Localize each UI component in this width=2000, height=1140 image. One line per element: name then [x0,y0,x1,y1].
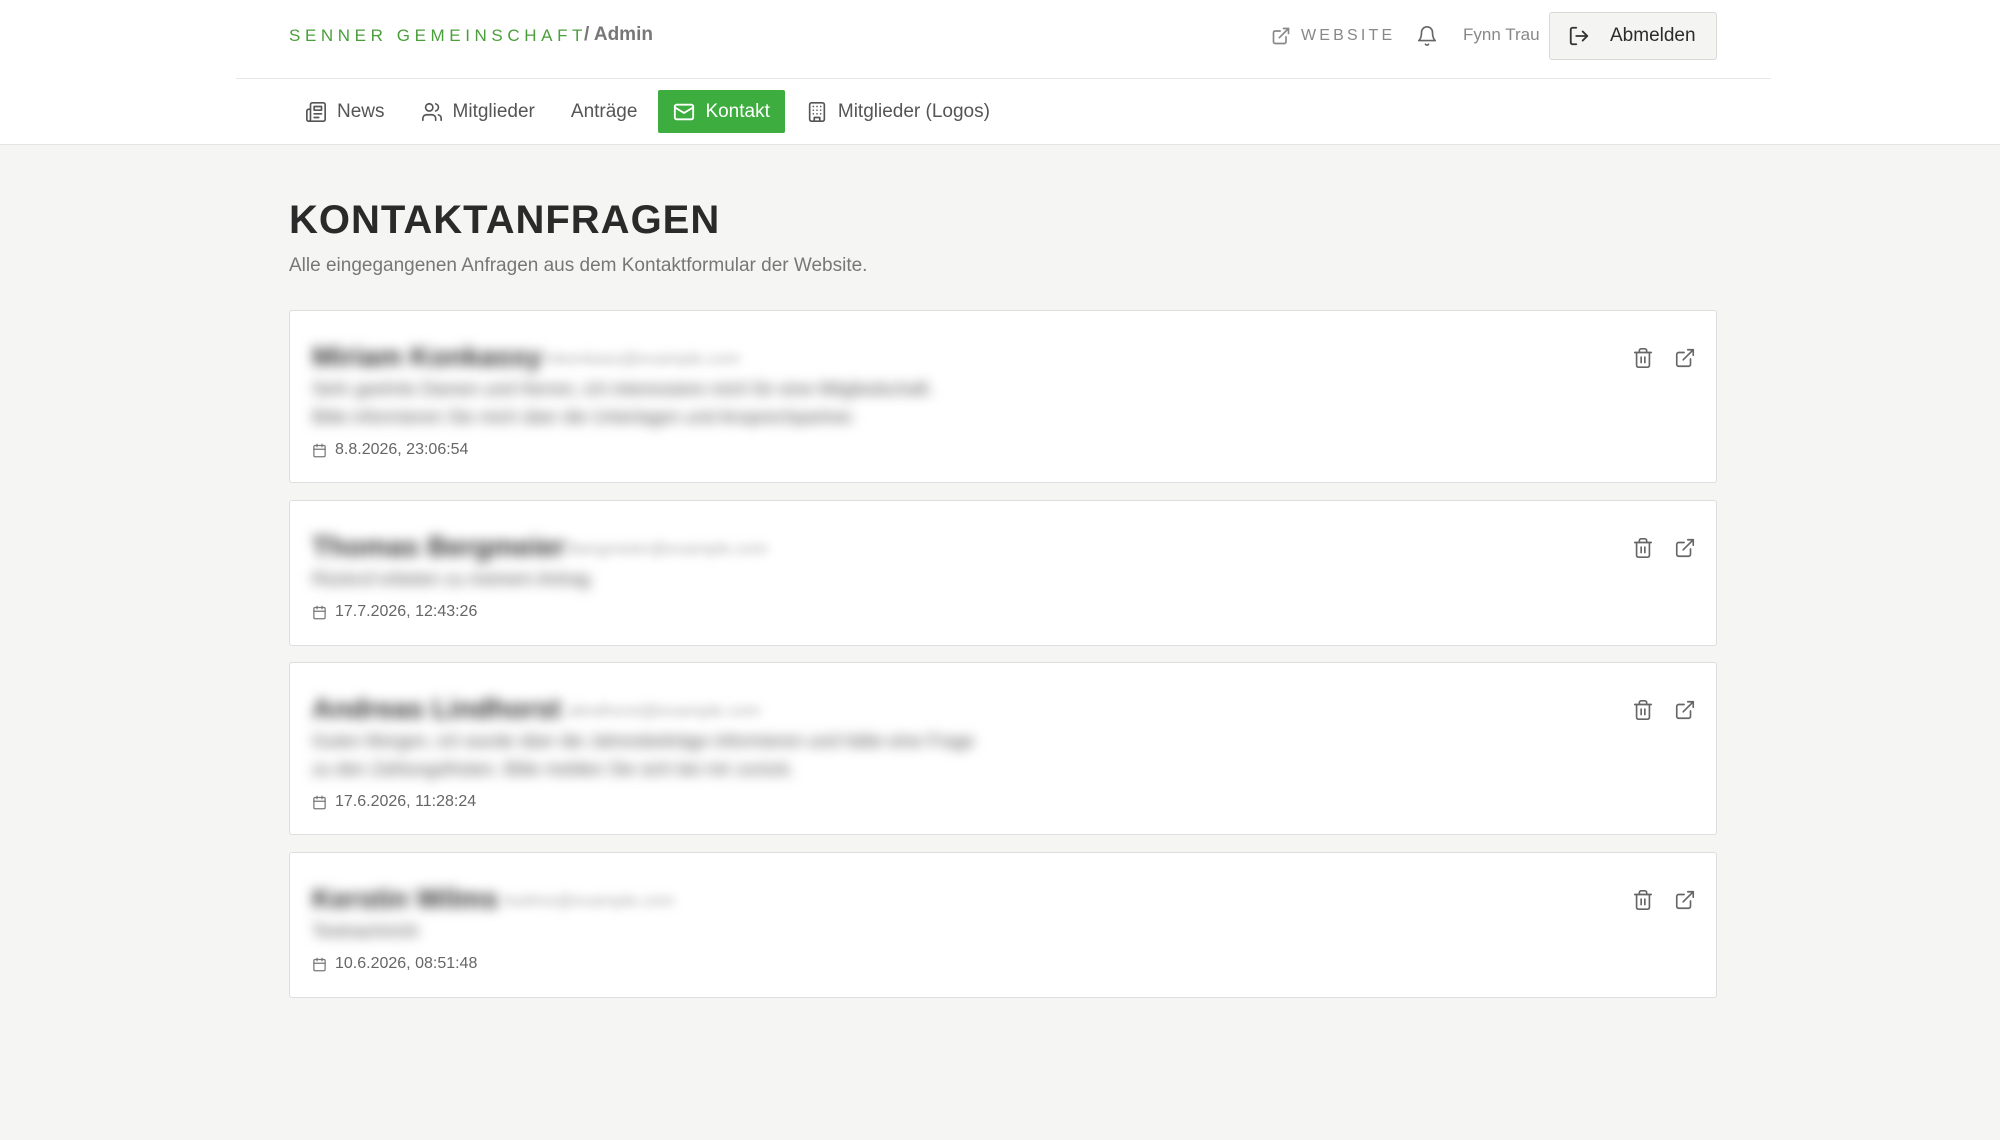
tab-news-label: News [337,100,385,122]
card-actions [1632,889,1696,911]
tab-mitglieder-logos[interactable]: Mitglieder (Logos) [791,90,1005,133]
request-date: 17.7.2026, 12:43:26 [312,603,477,621]
tab-mitglieder[interactable]: Mitglieder [406,90,550,133]
request-date-text: 8.8.2026, 23:06:54 [335,441,469,458]
blurred-sender-name: Kerstin Wilms [312,883,499,914]
blurred-message: Rückruf erbeten zu meinem Antrag [312,569,591,589]
tab-mitglieder-logos-label: Mitglieder (Logos) [837,100,990,122]
trash-icon[interactable] [1632,537,1654,559]
calendar-icon [313,795,326,809]
request-date-text: 10.6.2026, 08:51:48 [335,955,478,972]
page-subtitle: Alle eingegangenen Anfragen aus dem Kont… [289,255,868,276]
request-date: 10.6.2026, 08:51:48 [312,955,477,973]
bell-icon[interactable] [1416,24,1438,48]
app-header: SENNER GEMEINSCHAFT / Admin WEBSITE Fynn… [0,0,2000,145]
external-link-icon [1272,27,1290,45]
card-actions [1632,699,1696,721]
contact-card: Kerstin Wilms kwilms@example.com Testnac… [289,852,1717,998]
blurred-sender-name: Andreas Lindhorst [312,693,561,724]
blurred-sender-email: kwilms@example.com [505,891,675,910]
calendar-icon [313,957,326,971]
tab-antraege-label: Anträge [570,100,638,122]
external-link-icon[interactable] [1674,537,1696,559]
website-link[interactable]: WEBSITE [1271,25,1395,47]
logout-label: Abmelden [1610,25,1696,46]
contact-card: Andreas Lindhorst alindhorst@example.com… [289,662,1717,835]
main-nav: News Mitglieder Anträge Kontakt Mitglied… [290,90,1011,133]
tab-kontakt-label: Kontakt [705,100,770,122]
building-icon [808,101,826,122]
contact-card: Thomas Bergmeier tbergmeier@example.com … [289,500,1717,646]
blurred-sender-email: mkonkass@example.com [545,349,740,368]
logout-icon [1569,26,1589,46]
newspaper-icon [306,101,326,122]
website-label: WEBSITE [1301,27,1396,44]
card-actions [1632,537,1696,559]
topbar: SENNER GEMEINSCHAFT / Admin WEBSITE Fynn… [236,0,1771,79]
calendar-icon [313,443,326,457]
logout-button[interactable]: Abmelden [1549,12,1717,60]
request-date-text: 17.6.2026, 11:28:24 [335,793,477,810]
trash-icon[interactable] [1632,699,1654,721]
trash-icon[interactable] [1632,889,1654,911]
calendar-icon [313,605,326,619]
tab-news[interactable]: News [290,90,400,133]
username: Fynn Trau [1463,25,1540,44]
blurred-sender-name: Thomas Bergmeier [312,531,566,562]
topbar-right: WEBSITE Fynn Trau Abmelden [236,0,1771,79]
blurred-message: Guten Morgen, ich wurde über die Jahresb… [312,731,975,779]
blurred-message: Sehr geehrte Damen und Herren, ich inter… [312,379,934,427]
tab-kontakt[interactable]: Kontakt [658,90,785,133]
external-link-icon[interactable] [1674,889,1696,911]
trash-icon[interactable] [1632,347,1654,369]
external-link-icon[interactable] [1674,347,1696,369]
blurred-sender-email: alindhorst@example.com [568,701,761,720]
blurred-sender-name: Miriam Konkassy [312,341,543,372]
page-title: KONTAKTANFRAGEN [289,198,721,242]
blurred-message: Testnachricht [312,921,419,941]
blurred-sender-email: tbergmeier@example.com [568,539,768,558]
external-link-icon[interactable] [1674,699,1696,721]
contact-card: Miriam Konkassy mkonkass@example.com Seh… [289,310,1717,483]
tab-mitglieder-label: Mitglieder [452,100,535,122]
request-date: 17.6.2026, 11:28:24 [312,793,476,811]
request-date-text: 17.7.2026, 12:43:26 [335,603,478,620]
users-icon [421,102,442,121]
request-date: 8.8.2026, 23:06:54 [312,441,468,459]
tab-antraege[interactable]: Anträge [556,90,653,133]
card-actions [1632,347,1696,369]
mail-icon [674,103,695,120]
